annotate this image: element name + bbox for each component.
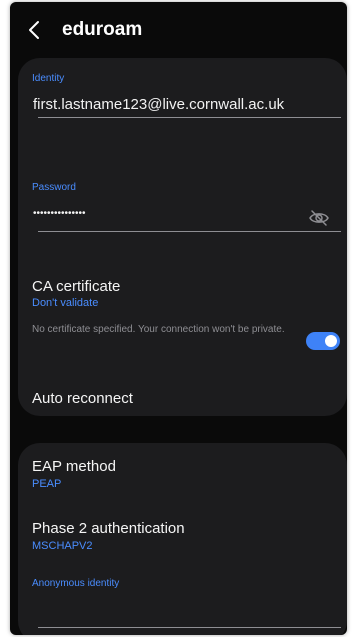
eap-method-title: EAP method xyxy=(32,458,116,475)
password-label: Password xyxy=(32,182,76,193)
app-bar: eduroam xyxy=(10,2,347,58)
anonymous-identity-label: Anonymous identity xyxy=(32,578,120,589)
identity-input[interactable]: first.lastname123@live.cornwall.ac.uk xyxy=(33,96,284,113)
identity-underline xyxy=(38,117,341,118)
toggle-knob xyxy=(325,335,337,347)
page-title: eduroam xyxy=(62,19,143,40)
ca-certificate-title: CA certificate xyxy=(32,278,121,295)
eye-off-icon[interactable] xyxy=(308,209,330,227)
auto-reconnect-toggle[interactable] xyxy=(306,332,340,350)
identity-label: Identity xyxy=(32,73,65,84)
chevron-left-icon xyxy=(29,21,39,39)
password-input[interactable]: ••••••••••••••• xyxy=(33,208,86,219)
phase2-value: MSCHAPV2 xyxy=(32,540,93,552)
ca-certificate-note: No certificate specified. Your connectio… xyxy=(32,324,285,335)
eap-method-value: PEAP xyxy=(32,478,62,490)
ca-certificate-value: Don't validate xyxy=(32,297,99,309)
back-button[interactable] xyxy=(22,18,46,42)
password-underline xyxy=(38,231,341,232)
phase2-title: Phase 2 authentication xyxy=(32,520,185,537)
credentials-card: Identity first.lastname123@live.cornwall… xyxy=(18,58,347,416)
eap-settings-card: EAP method PEAP Phase 2 authentication M… xyxy=(18,443,347,635)
auto-reconnect-label: Auto reconnect xyxy=(32,390,133,407)
phone-screen: eduroam Identity first.lastname123@live.… xyxy=(10,2,347,635)
anonymous-identity-underline xyxy=(38,627,341,628)
